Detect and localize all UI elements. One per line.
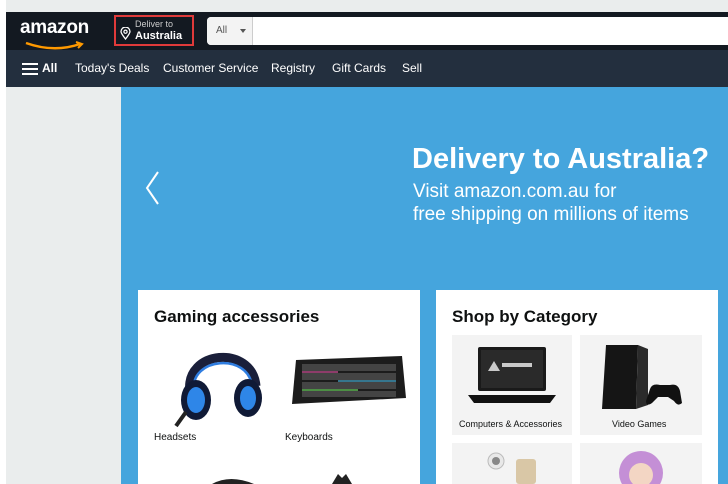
item-label-headsets[interactable]: Headsets	[154, 432, 196, 443]
nav-sell[interactable]: Sell	[402, 50, 422, 87]
item-label-computers: Computers & Accessories	[459, 419, 563, 429]
card-title: Gaming accessories	[154, 307, 320, 326]
item-label-video-games: Video Games	[612, 419, 667, 429]
controller-image-partial[interactable]	[330, 472, 354, 484]
doll-image	[619, 451, 663, 484]
nav-registry[interactable]: Registry	[271, 50, 315, 87]
category-tile-video-games[interactable]: Video Games	[580, 335, 702, 435]
gaming-accessories-card: Gaming accessories Headsets Keyboards	[138, 290, 420, 484]
game-console-image	[602, 345, 682, 409]
search-category-dropdown[interactable]: All	[207, 17, 253, 45]
hero-subtitle-line1: Visit amazon.com.au for	[413, 181, 617, 202]
search-category-label: All	[216, 25, 228, 36]
shop-by-category-card: Shop by Category Computers & Accessories…	[436, 290, 718, 484]
nav-customer-service[interactable]: Customer Service	[163, 50, 258, 87]
dropdown-caret-icon	[240, 29, 246, 33]
category-tile-computers[interactable]: Computers & Accessories	[452, 335, 572, 435]
top-header: amazon Deliver to Australia All	[6, 12, 728, 50]
hero-title: Delivery to Australia?	[412, 143, 710, 175]
page-frame: amazon Deliver to Australia All All Toda…	[6, 0, 728, 484]
amazon-logo[interactable]: amazon	[20, 17, 89, 39]
baby-monitor-image	[487, 452, 536, 484]
category-tile-baby-partial[interactable]	[452, 443, 572, 484]
headset-image[interactable]	[172, 334, 274, 432]
chevron-left-icon[interactable]	[143, 170, 163, 206]
search-input[interactable]	[254, 17, 728, 47]
deliver-to-country: Australia	[135, 30, 183, 42]
deliver-to-button[interactable]: Deliver to Australia	[114, 15, 194, 46]
search-bar: All	[207, 17, 728, 47]
laptop-image	[468, 347, 556, 403]
mouse-image-partial[interactable]	[208, 476, 258, 484]
nav-all-label: All	[42, 61, 58, 75]
nav-todays-deals[interactable]: Today's Deals	[75, 50, 149, 87]
card-title: Shop by Category	[452, 307, 598, 326]
item-label-keyboards[interactable]: Keyboards	[285, 432, 333, 443]
nav-gift-cards[interactable]: Gift Cards	[332, 50, 386, 87]
category-tile-toys-partial[interactable]	[580, 443, 702, 484]
hero-subtitle-line2: free shipping on millions of items	[413, 204, 689, 225]
hamburger-menu-icon	[22, 63, 38, 75]
deliver-to-label: Deliver to	[135, 19, 174, 29]
nav-bar: All Today's Deals Customer Service Regis…	[6, 50, 728, 87]
keyboard-image[interactable]	[288, 350, 410, 412]
location-pin-icon	[120, 27, 131, 40]
